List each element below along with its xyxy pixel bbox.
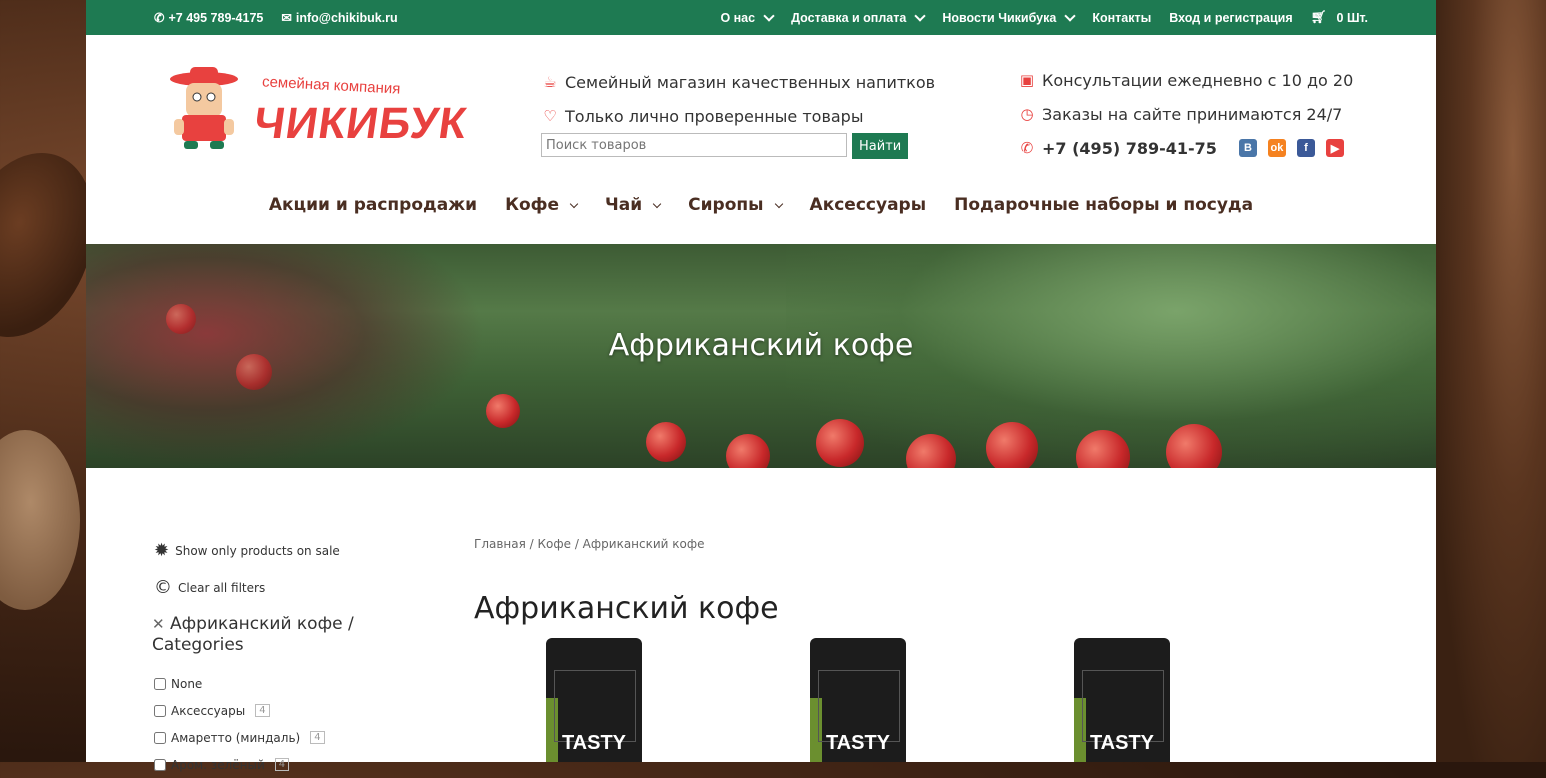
topbar-menu-login[interactable]: Вход и регистрация (1169, 11, 1292, 25)
breadcrumb[interactable]: Главная / Кофе / Африканский кофе (474, 537, 705, 551)
cart-link[interactable]: 🛒︎ 0 Шт. (1311, 10, 1368, 25)
facebook-icon[interactable]: f (1296, 139, 1315, 157)
category-checkbox[interactable] (154, 731, 166, 744)
sale-filter-link[interactable]: ✹ Show only products on sale (154, 540, 414, 561)
product-brand: TASTY (561, 732, 627, 754)
chevron-down-icon (763, 10, 775, 22)
main-nav: Акции и распродажи Кофе Чай Сиропы Аксес… (86, 195, 1436, 215)
odnoklassniki-icon[interactable]: ok (1267, 139, 1286, 157)
mascot-icon (170, 67, 238, 149)
topbar-phone-link[interactable]: ✆ +7 495 789-4175 (154, 10, 263, 26)
search-form: Найти (541, 133, 909, 159)
category-checkbox[interactable] (154, 677, 166, 690)
nav-item-coffee[interactable]: Кофе (505, 195, 579, 215)
chevron-down-icon (1064, 10, 1077, 22)
nav-item-syrups[interactable]: Сиропы (688, 195, 783, 215)
category-banner: Африканский кофе (86, 244, 1436, 468)
product-card[interactable]: TASTY (546, 638, 642, 762)
topbar-menu-contacts[interactable]: Контакты (1092, 11, 1151, 25)
chevron-down-icon (652, 199, 662, 208)
contact-info: ▣ Консультации ежедневно с 10 до 20 ◷ Зака… (1019, 70, 1354, 158)
search-input[interactable] (541, 133, 847, 157)
page-title: Африканский кофе (474, 591, 779, 626)
calendar-icon: ▣ (1019, 71, 1035, 89)
close-icon[interactable]: ✕ (152, 615, 165, 633)
category-filter-item[interactable]: Аксессуары 4 (154, 697, 414, 724)
category-filter-item[interactable]: Аром. зелёный 4 (154, 751, 414, 778)
cup-icon: ☕ (543, 73, 557, 91)
topbar-menu-news[interactable]: Новости Чикибука (942, 10, 1077, 25)
background-coffee-bean (0, 430, 80, 610)
clear-filters-link[interactable]: © Clear all filters (154, 577, 414, 598)
background-right (1436, 0, 1546, 762)
category-checkbox[interactable] (154, 758, 166, 771)
cart-icon: 🛒︎ (1310, 10, 1327, 24)
logo-name: ЧИКИБУК (250, 99, 471, 148)
heart-icon: ♡ (543, 107, 557, 125)
topbar-email-link[interactable]: ✉ info@chikibuk.ru (281, 10, 397, 26)
category-count: 4 (255, 704, 270, 717)
nav-item-accessories[interactable]: Аксессуары (810, 195, 927, 215)
category-filter-item[interactable]: Амаретто (миндаль) 4 (154, 724, 414, 751)
clock-icon: ◷ (1020, 105, 1034, 123)
filter-sidebar: ✹ Show only products on sale © Clear all… (152, 540, 414, 778)
product-brand: TASTY (1089, 732, 1155, 754)
youtube-icon[interactable]: ▶ (1325, 139, 1344, 157)
clear-icon: © (154, 577, 172, 598)
envelope-icon: ✉ (281, 11, 292, 25)
social-links: В ok f ▶ (1238, 139, 1344, 157)
topbar-menu-delivery[interactable]: Доставка и оплата (791, 10, 926, 25)
chevron-down-icon (569, 199, 579, 208)
active-filter[interactable]: ✕ Африканский кофе / Categories (152, 614, 414, 656)
banner-title: Африканский кофе (608, 328, 914, 363)
main-content: ✹ Show only products on sale © Clear all… (86, 468, 1436, 772)
nav-item-tea[interactable]: Чай (605, 195, 662, 215)
product-card[interactable]: TASTY (810, 638, 906, 762)
chevron-down-icon (774, 199, 783, 208)
category-filter-item[interactable]: None (154, 670, 414, 697)
chevron-down-icon (914, 10, 926, 22)
vk-icon[interactable]: В (1238, 139, 1257, 157)
nav-item-gifts[interactable]: Подарочные наборы и посуда (954, 195, 1253, 215)
topbar-menu-about[interactable]: О нас (720, 10, 775, 25)
category-count: 4 (274, 758, 290, 771)
phone-icon: ✆ (154, 11, 165, 25)
top-bar: ✆ +7 495 789-4175 ✉ info@chikibuk.ru О н… (86, 0, 1436, 35)
phone-icon: ✆ (1020, 139, 1034, 157)
category-checkbox[interactable] (154, 704, 166, 717)
site-header: семейная компания ЧИКИБУК ☕ Семейный мага… (86, 35, 1436, 244)
product-brand: TASTY (825, 732, 891, 754)
header-phone[interactable]: +7 (495) 789-41-75 (1042, 139, 1217, 158)
category-count: 4 (310, 731, 325, 744)
nav-item-sales[interactable]: Акции и распродажи (269, 195, 477, 215)
product-card[interactable]: TASTY (1074, 638, 1170, 762)
store-info: ☕ Семейный магазин качественных напитков … (541, 65, 935, 133)
sale-badge-icon: ✹ (154, 540, 170, 561)
logo-tagline: семейная компания (261, 73, 401, 98)
search-button[interactable]: Найти (852, 133, 909, 159)
site-logo[interactable]: семейная компания ЧИКИБУК (164, 65, 470, 155)
